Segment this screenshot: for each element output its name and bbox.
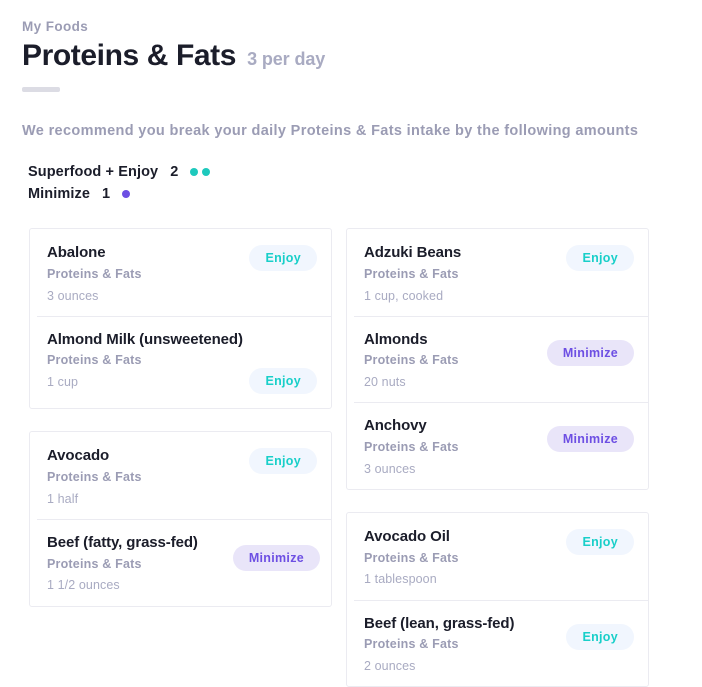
food-amount: 3 ounces bbox=[47, 288, 99, 303]
legend-count: 2 bbox=[170, 164, 179, 181]
food-list-item[interactable]: Anchovy Proteins & Fats 3 ounces Minimiz… bbox=[347, 402, 648, 489]
status-badge-minimize[interactable]: Minimize bbox=[546, 339, 634, 366]
legend-dots-minimize bbox=[122, 190, 131, 199]
enjoy-dot-icon bbox=[190, 168, 199, 177]
status-badge-enjoy[interactable]: Enjoy bbox=[566, 245, 634, 272]
status-badge-enjoy[interactable]: Enjoy bbox=[566, 529, 634, 556]
food-card: Adzuki Beans Proteins & Fats 1 cup, cook… bbox=[346, 228, 649, 491]
food-list-item[interactable]: Almond Milk (unsweetened) Proteins & Fat… bbox=[30, 315, 331, 409]
badge-slot: Enjoy bbox=[566, 529, 634, 556]
title-divider bbox=[22, 86, 60, 92]
page-header: My Foods Proteins & Fats 3 per day bbox=[0, 0, 702, 92]
food-amount: 20 nuts bbox=[364, 375, 406, 390]
food-amount: 1 1/2 ounces bbox=[47, 578, 120, 593]
badge-slot: Enjoy bbox=[249, 448, 317, 475]
recommendation-legend: Superfood + Enjoy 2 Minimize 1 bbox=[28, 164, 702, 202]
status-badge-enjoy[interactable]: Enjoy bbox=[249, 368, 317, 395]
status-badge-minimize[interactable]: Minimize bbox=[232, 545, 320, 572]
badge-slot: Minimize bbox=[546, 426, 634, 453]
badge-slot: Enjoy bbox=[249, 245, 317, 272]
my-foods-page: My Foods Proteins & Fats 3 per day We re… bbox=[0, 0, 702, 687]
food-amount: 2 ounces bbox=[364, 659, 416, 674]
legend-label: Minimize bbox=[28, 186, 91, 203]
per-day-label: 3 per day bbox=[247, 49, 326, 70]
food-list-item[interactable]: Almonds Proteins & Fats 20 nuts Minimize bbox=[347, 315, 648, 403]
food-list-item[interactable]: Avocado Proteins & Fats 1 half Enjoy bbox=[30, 432, 331, 519]
food-column-left: Abalone Proteins & Fats 3 ounces Enjoy A… bbox=[29, 228, 332, 607]
food-grid: Abalone Proteins & Fats 3 ounces Enjoy A… bbox=[0, 228, 702, 687]
status-badge-enjoy[interactable]: Enjoy bbox=[566, 623, 634, 650]
badge-slot: Minimize bbox=[546, 339, 634, 366]
status-badge-enjoy[interactable]: Enjoy bbox=[249, 245, 317, 272]
status-badge-enjoy[interactable]: Enjoy bbox=[249, 448, 317, 475]
food-card: Avocado Proteins & Fats 1 half Enjoy Bee… bbox=[29, 431, 332, 607]
food-amount: 1 cup, cooked bbox=[364, 288, 444, 303]
legend-count: 1 bbox=[102, 186, 111, 203]
food-list-item[interactable]: Avocado Oil Proteins & Fats 1 tablespoon… bbox=[347, 513, 648, 600]
legend-row-superfood-enjoy: Superfood + Enjoy 2 bbox=[28, 164, 702, 180]
food-list-item[interactable]: Abalone Proteins & Fats 3 ounces Enjoy bbox=[30, 229, 331, 316]
food-list-item[interactable]: Adzuki Beans Proteins & Fats 1 cup, cook… bbox=[347, 229, 648, 316]
status-badge-minimize[interactable]: Minimize bbox=[546, 426, 634, 453]
badge-slot: Enjoy bbox=[566, 623, 634, 650]
legend-dots-enjoy bbox=[190, 168, 211, 177]
page-title: Proteins & Fats bbox=[22, 39, 237, 73]
food-amount: 1 tablespoon bbox=[364, 572, 437, 587]
food-amount: 3 ounces bbox=[364, 461, 416, 476]
food-card: Avocado Oil Proteins & Fats 1 tablespoon… bbox=[346, 512, 649, 687]
food-card: Abalone Proteins & Fats 3 ounces Enjoy A… bbox=[29, 228, 332, 410]
badge-slot: Enjoy bbox=[566, 245, 634, 272]
food-list-item[interactable]: Beef (lean, grass-fed) Proteins & Fats 2… bbox=[347, 599, 648, 687]
legend-label: Superfood + Enjoy bbox=[28, 164, 159, 181]
food-name: Almond Milk (unsweetened) bbox=[47, 330, 243, 348]
badge-slot: Minimize bbox=[232, 545, 320, 572]
recommendation-text: We recommend you break your daily Protei… bbox=[22, 122, 639, 139]
food-amount: 1 half bbox=[47, 491, 79, 506]
title-row: Proteins & Fats 3 per day bbox=[22, 39, 702, 74]
food-list-item[interactable]: Beef (fatty, grass-fed) Proteins & Fats … bbox=[30, 519, 331, 606]
food-column-right: Adzuki Beans Proteins & Fats 1 cup, cook… bbox=[346, 228, 649, 687]
food-category: Proteins & Fats bbox=[47, 353, 142, 368]
enjoy-dot-icon bbox=[202, 168, 211, 177]
minimize-dot-icon bbox=[122, 190, 131, 199]
badge-slot: Enjoy bbox=[249, 368, 317, 395]
breadcrumb[interactable]: My Foods bbox=[22, 19, 702, 35]
legend-row-minimize: Minimize 1 bbox=[28, 186, 702, 202]
